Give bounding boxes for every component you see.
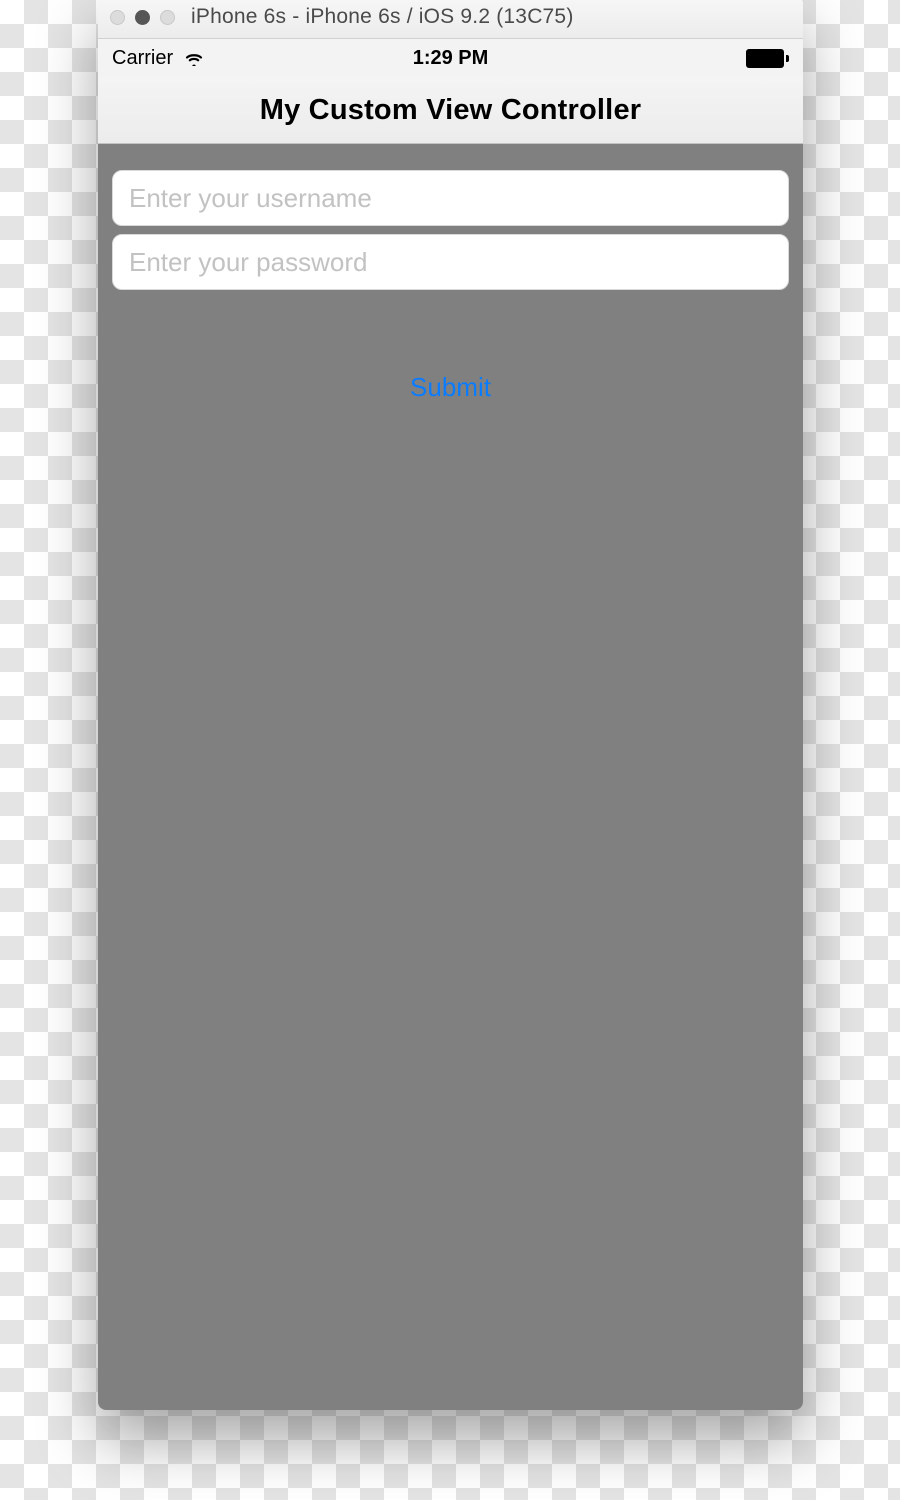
window-close-button[interactable]: [110, 10, 125, 25]
ios-statusbar: Carrier 1:29 PM: [98, 39, 803, 77]
password-field-container: [112, 234, 789, 290]
simulator-window: iPhone 6s - iPhone 6s / iOS 9.2 (13C75) …: [98, 0, 803, 1410]
traffic-lights: [110, 10, 175, 25]
battery-icon: [746, 49, 789, 68]
window-title: iPhone 6s - iPhone 6s / iOS 9.2 (13C75): [185, 5, 791, 29]
submit-container: Submit: [98, 366, 803, 409]
navigation-bar: My Custom View Controller: [98, 77, 803, 144]
wifi-icon: [183, 50, 205, 66]
window-minimize-button[interactable]: [135, 10, 150, 25]
content-area: Submit: [98, 144, 803, 1410]
password-input[interactable]: [127, 246, 774, 279]
username-field-container: [112, 170, 789, 226]
page-title: My Custom View Controller: [260, 94, 642, 127]
carrier-label: Carrier: [112, 47, 173, 70]
window-zoom-button[interactable]: [160, 10, 175, 25]
submit-button[interactable]: Submit: [398, 366, 503, 409]
mac-titlebar: iPhone 6s - iPhone 6s / iOS 9.2 (13C75): [98, 0, 803, 39]
username-input[interactable]: [127, 182, 774, 215]
